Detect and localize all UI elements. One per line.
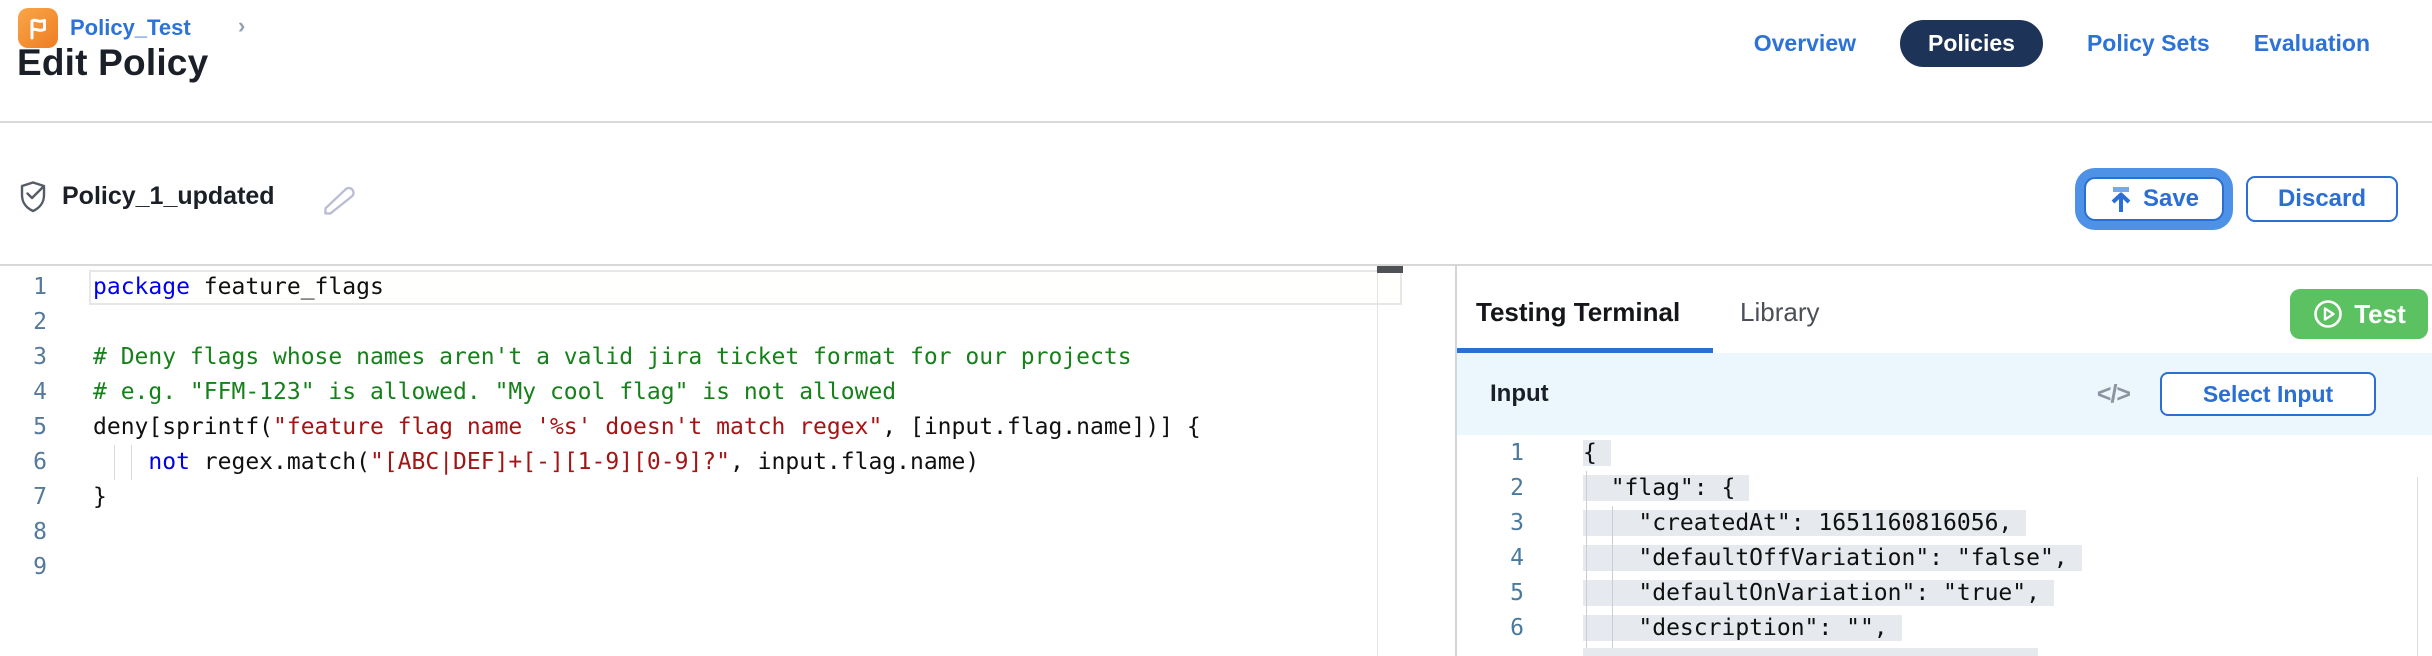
json-line[interactable]: 3 "createdAt": 1651160816056, — [1457, 506, 2432, 541]
code-line-text[interactable] — [47, 515, 93, 550]
code-line-text[interactable]: deny[sprintf("feature flag name '%s' doe… — [47, 410, 1201, 445]
json-line-text[interactable]: "defaultOffVariation": "false", — [1524, 541, 2082, 576]
code-line[interactable]: 8 — [0, 515, 1403, 550]
tab-library[interactable]: Library — [1740, 297, 1819, 328]
flag-glyph-icon — [25, 15, 51, 41]
nav-tab-overview[interactable]: Overview — [1754, 30, 1856, 57]
line-number: 2 — [1457, 471, 1524, 506]
line-number: 7 — [0, 480, 47, 515]
save-button[interactable]: Save — [2084, 177, 2224, 221]
breadcrumb-policy-link[interactable]: Policy_Test — [70, 15, 191, 41]
line-number: 6 — [1457, 611, 1524, 646]
indent-guide — [131, 445, 132, 480]
code-line-text[interactable] — [47, 550, 93, 585]
json-editor-ruler[interactable] — [2417, 477, 2418, 656]
test-label: Test — [2354, 299, 2406, 330]
nav-tab-evaluation[interactable]: Evaluation — [2254, 30, 2370, 57]
input-json-editor[interactable]: 1{2 "flag": {3 "createdAt": 165116081605… — [1457, 436, 2432, 646]
json-line-text[interactable]: "defaultOnVariation": "true", — [1524, 576, 2054, 611]
code-line[interactable]: 9 — [0, 550, 1403, 585]
code-line-text[interactable]: not regex.match("[ABC|DEF]+[-][1-9][0-9]… — [47, 445, 979, 480]
json-line[interactable]: 6 "description": "", — [1457, 611, 2432, 646]
save-label: Save — [2143, 185, 2199, 213]
json-indent-guide — [1586, 471, 1587, 656]
shield-check-icon — [18, 180, 48, 219]
json-line[interactable]: 1{ — [1457, 436, 2432, 471]
line-number: 1 — [1457, 436, 1524, 471]
json-line[interactable]: 4 "defaultOffVariation": "false", — [1457, 541, 2432, 576]
line-number: 4 — [0, 375, 47, 410]
discard-button[interactable]: Discard — [2246, 176, 2398, 222]
line-number: 9 — [0, 550, 47, 585]
code-line[interactable]: 2 — [0, 305, 1403, 340]
editor-overview-ruler[interactable] — [1377, 266, 1378, 656]
json-line-text[interactable]: { — [1524, 436, 1611, 471]
indent-guide — [114, 445, 115, 480]
code-line[interactable]: 4# e.g. "FFM-123" is allowed. "My cool f… — [0, 375, 1403, 410]
line-number: 3 — [0, 340, 47, 375]
json-indent-guide — [1612, 506, 1613, 656]
edit-policy-page: Policy_Test › Edit Policy Overview Polic… — [0, 0, 2432, 656]
header-divider — [0, 121, 2432, 123]
workspace-top-border — [0, 264, 2432, 266]
code-line-text[interactable]: # e.g. "FFM-123" is allowed. "My cool fl… — [47, 375, 896, 410]
json-line-text[interactable]: "createdAt": 1651160816056, — [1524, 506, 2026, 541]
code-line[interactable]: 3# Deny flags whose names aren't a valid… — [0, 340, 1403, 375]
test-button[interactable]: Test — [2290, 289, 2428, 339]
code-line[interactable]: 6 not regex.match("[ABC|DEF]+[-][1-9][0-… — [0, 445, 1403, 480]
json-selection-next-line — [1583, 648, 2038, 656]
line-number: 2 — [0, 305, 47, 340]
code-line-text[interactable]: package feature_flags — [47, 270, 384, 305]
code-brackets-icon[interactable]: </> — [2097, 380, 2130, 409]
nav-tab-policy-sets[interactable]: Policy Sets — [2087, 30, 2210, 57]
line-number: 3 — [1457, 506, 1524, 541]
code-line-text[interactable] — [47, 305, 93, 340]
line-number: 4 — [1457, 541, 1524, 576]
input-label: Input — [1490, 380, 1549, 408]
json-line-text[interactable]: "flag": { — [1524, 471, 1749, 506]
chevron-right-icon: › — [238, 13, 245, 39]
line-number: 1 — [0, 270, 47, 305]
code-line[interactable]: 1package feature_flags — [0, 270, 1403, 305]
line-number: 5 — [1457, 576, 1524, 611]
nav-tab-policies[interactable]: Policies — [1900, 20, 2043, 67]
code-line[interactable]: 5deny[sprintf("feature flag name '%s' do… — [0, 410, 1403, 445]
upload-arrow-icon — [2109, 186, 2133, 213]
editor-scroll-cursor-marker — [1377, 266, 1403, 273]
json-line[interactable]: 5 "defaultOnVariation": "true", — [1457, 576, 2432, 611]
tab-testing-terminal[interactable]: Testing Terminal — [1476, 297, 1680, 328]
line-number: 5 — [0, 410, 47, 445]
code-line[interactable]: 7} — [0, 480, 1403, 515]
policy-name: Policy_1_updated — [62, 182, 275, 211]
play-circle-icon — [2312, 298, 2344, 330]
json-line[interactable]: 2 "flag": { — [1457, 471, 2432, 506]
json-line-text[interactable]: "description": "", — [1524, 611, 1902, 646]
code-line-text[interactable]: # Deny flags whose names aren't a valid … — [47, 340, 1132, 375]
module-nav: Overview Policies Policy Sets Evaluation — [1754, 20, 2370, 66]
code-line-text[interactable]: } — [47, 480, 107, 515]
line-number: 6 — [0, 445, 47, 480]
policy-code-editor[interactable]: 1package feature_flags23# Deny flags who… — [0, 270, 1403, 585]
page-title: Edit Policy — [17, 42, 208, 84]
line-number: 8 — [0, 515, 47, 550]
pencil-icon[interactable] — [322, 183, 356, 222]
input-section-header: Input </> Select Input — [1457, 353, 2432, 435]
select-input-button[interactable]: Select Input — [2160, 372, 2376, 416]
